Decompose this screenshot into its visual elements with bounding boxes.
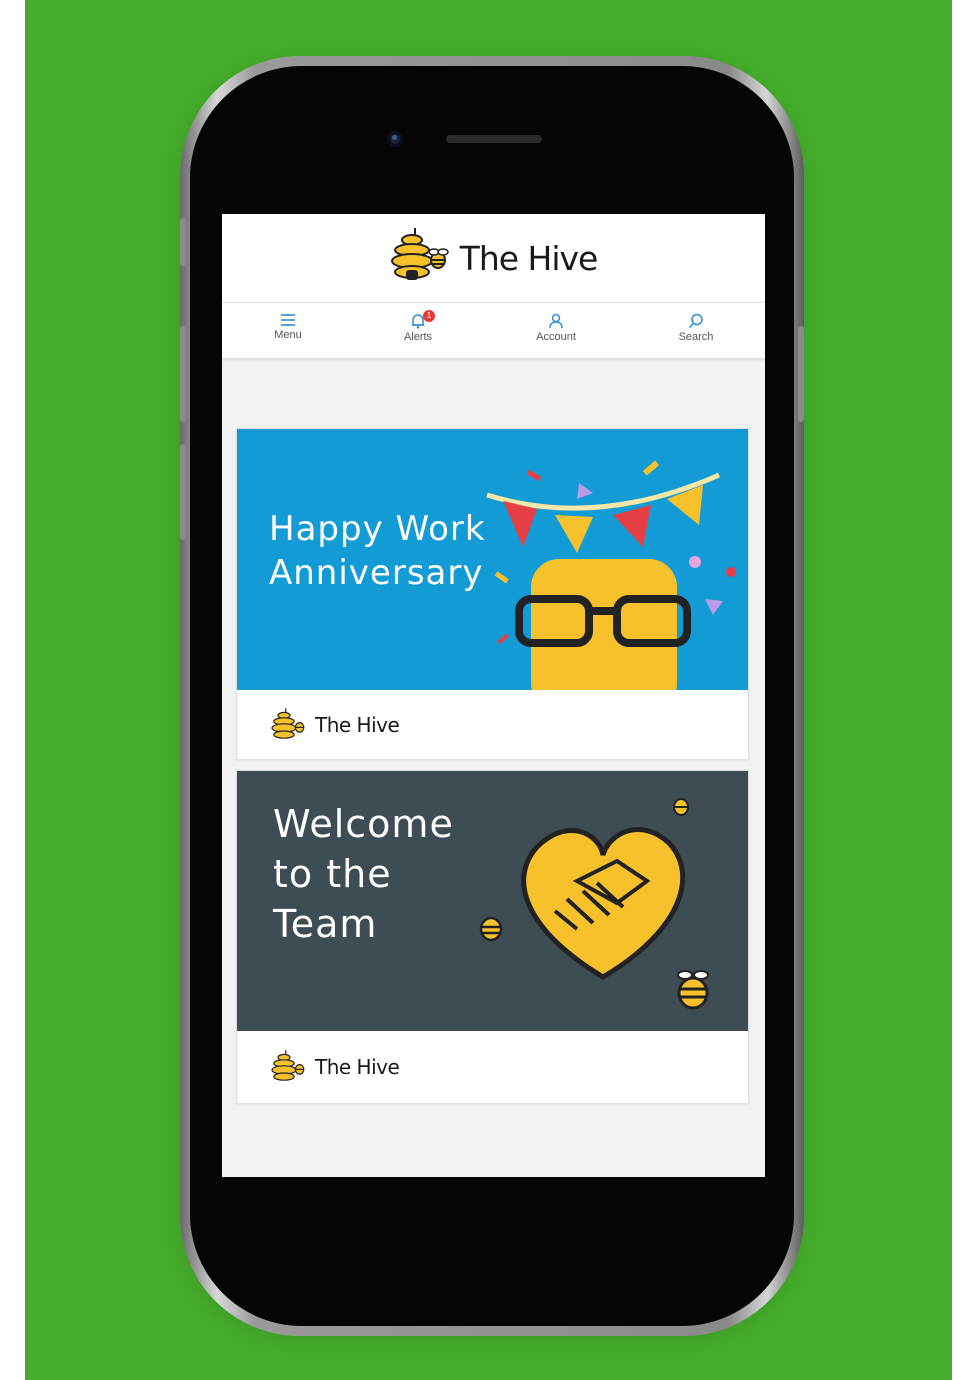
anniversary-card[interactable]: Happy Work Anniversary The Hive bbox=[236, 428, 749, 760]
handshake-illustration bbox=[479, 798, 709, 1010]
welcome-card[interactable]: Welcome to the Team The Hive bbox=[236, 770, 749, 1104]
nav-account-label: Account bbox=[536, 331, 576, 343]
hive-logo-icon bbox=[390, 226, 454, 290]
card-footer-brand: The Hive bbox=[315, 712, 400, 737]
nav-account-button[interactable]: Account bbox=[506, 303, 606, 358]
welcome-card-footer: The Hive bbox=[237, 1031, 748, 1103]
app-header: The Hive bbox=[222, 214, 765, 303]
card-footer-brand: The Hive bbox=[315, 1055, 400, 1079]
nav-alerts-button[interactable]: 1 Alerts bbox=[368, 303, 468, 358]
nav-search-button[interactable]: Search bbox=[646, 303, 746, 358]
front-camera bbox=[387, 131, 403, 147]
nav-alerts-label: Alerts bbox=[403, 331, 433, 343]
nav-menu-label: Menu bbox=[274, 329, 302, 341]
brand-logo[interactable]: The Hive bbox=[390, 226, 598, 290]
user-icon bbox=[549, 313, 563, 329]
anniversary-banner: Happy Work Anniversary bbox=[237, 429, 748, 721]
phone-volume-down bbox=[180, 444, 186, 540]
bottom-nav-bar: Menu 1 Alerts Account Search bbox=[222, 303, 765, 359]
hive-logo-icon bbox=[271, 707, 305, 739]
phone-power-button bbox=[798, 326, 804, 422]
nav-search-label: Search bbox=[678, 331, 714, 343]
phone-mute-switch bbox=[180, 218, 186, 266]
alerts-badge: 1 bbox=[423, 310, 435, 322]
brand-name: The Hive bbox=[459, 238, 599, 278]
earpiece-speaker bbox=[446, 135, 542, 143]
phone-volume-up bbox=[180, 326, 186, 422]
nav-menu-button[interactable]: Menu bbox=[238, 303, 338, 358]
search-icon bbox=[688, 313, 703, 329]
anniversary-card-footer: The Hive bbox=[237, 690, 748, 759]
app-screen: The Hive Menu 1 Alerts Account Search Ha… bbox=[222, 214, 765, 1177]
hive-logo-icon bbox=[271, 1050, 305, 1081]
welcome-banner: Welcome to the Team bbox=[237, 771, 748, 1031]
hamburger-icon bbox=[281, 314, 295, 326]
